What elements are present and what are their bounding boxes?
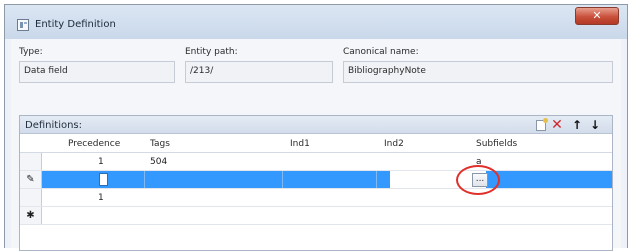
type-field: Data field: [19, 61, 175, 83]
precedence-cell[interactable]: 1: [98, 193, 104, 203]
definitions-grid: Precedence Tags Ind1 Ind2 Subfields 1 50…: [20, 135, 612, 250]
definitions-title: Definitions:: [25, 120, 83, 131]
table-row-selected[interactable]: ✎ ...: [20, 165, 612, 195]
canonical-name-field: BibliographyNote: [343, 61, 613, 83]
new-table-row[interactable]: ✱: [20, 207, 612, 225]
row-header[interactable]: [20, 153, 42, 170]
dialog-body: Type: Data field Entity path: /213/ Cano…: [11, 39, 621, 251]
precedence-cell[interactable]: 1: [98, 157, 104, 167]
type-label: Type:: [19, 47, 43, 57]
definitions-header: Definitions: ✕ ↑ ↓: [20, 116, 612, 134]
move-down-icon[interactable]: ↓: [588, 118, 602, 132]
window-title: Entity Definition: [35, 19, 116, 30]
precedence-edit-input[interactable]: [99, 173, 108, 186]
entity-path-label: Entity path:: [185, 47, 238, 57]
close-button[interactable]: ✕: [575, 7, 619, 25]
delete-icon[interactable]: ✕: [550, 118, 564, 132]
column-header-ind1[interactable]: Ind1: [290, 139, 310, 149]
column-header-subfields[interactable]: Subfields: [476, 139, 517, 149]
definitions-panel: Definitions: ✕ ↑ ↓ Precedence Tags Ind1 …: [19, 115, 613, 251]
canonical-name-label: Canonical name:: [343, 47, 419, 57]
entity-path-field: /213/: [185, 61, 333, 83]
cell-divider: [282, 171, 283, 188]
column-header-tags[interactable]: Tags: [150, 139, 170, 149]
table-row[interactable]: 1 504 a: [20, 153, 612, 171]
new-row-star-icon[interactable]: ✱: [20, 207, 42, 224]
entity-definition-window: Entity Definition ✕ Type: Data field Ent…: [4, 4, 628, 251]
table-row[interactable]: 1: [20, 189, 612, 207]
title-bar: Entity Definition ✕: [5, 5, 627, 39]
app-icon: [17, 19, 29, 31]
new-row-icon[interactable]: [536, 118, 548, 131]
column-header-ind2[interactable]: Ind2: [384, 139, 404, 149]
cell-divider: [376, 171, 377, 188]
edit-pencil-icon: ✎: [20, 171, 42, 188]
tags-cell[interactable]: 504: [150, 157, 167, 167]
grid-header: Precedence Tags Ind1 Ind2 Subfields: [20, 135, 612, 153]
cell-divider: [144, 171, 145, 188]
column-header-precedence[interactable]: Precedence: [68, 139, 120, 149]
move-up-icon[interactable]: ↑: [570, 118, 584, 132]
row-header[interactable]: [20, 189, 42, 206]
